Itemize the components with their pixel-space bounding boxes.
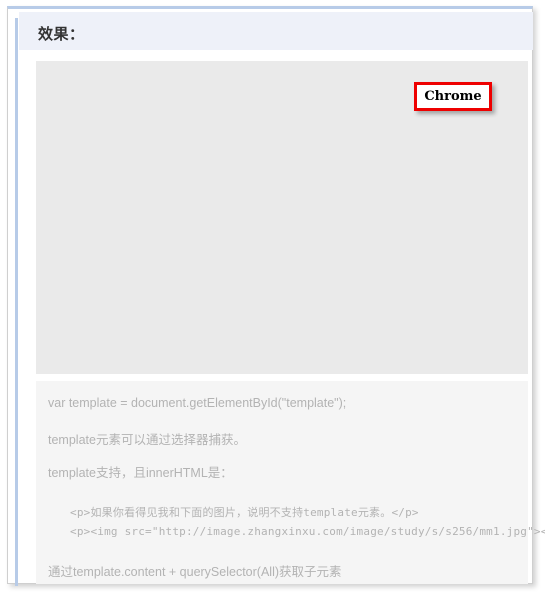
info-line-selector-note: template元素可以通过选择器捕获。	[48, 433, 246, 447]
demo-stage: Chrome	[36, 61, 528, 374]
info-box: var template = document.getElementById("…	[36, 381, 545, 584]
info-line-code-snippet: var template = document.getElementById("…	[48, 396, 347, 410]
panel-header: 效果：	[19, 12, 533, 50]
code-line-image: <p><img src="http://image.zhangxinxu.com…	[70, 525, 545, 538]
info-line-content-query-note: 通过template.content + querySelector(All)获…	[48, 565, 342, 579]
result-panel: 效果： Chrome var template = document.getEl…	[7, 6, 545, 586]
info-line-innerhtml-note: template支持，且innerHTML是：	[48, 466, 233, 480]
chrome-badge-label: Chrome	[424, 89, 482, 104]
left-accent-rule	[15, 18, 18, 586]
page-title: 效果：	[38, 26, 85, 43]
code-line-paragraph: <p>如果你看得见我和下面的图片，说明不支持template元素。</p>	[70, 506, 419, 519]
chrome-badge[interactable]: Chrome	[414, 82, 492, 111]
